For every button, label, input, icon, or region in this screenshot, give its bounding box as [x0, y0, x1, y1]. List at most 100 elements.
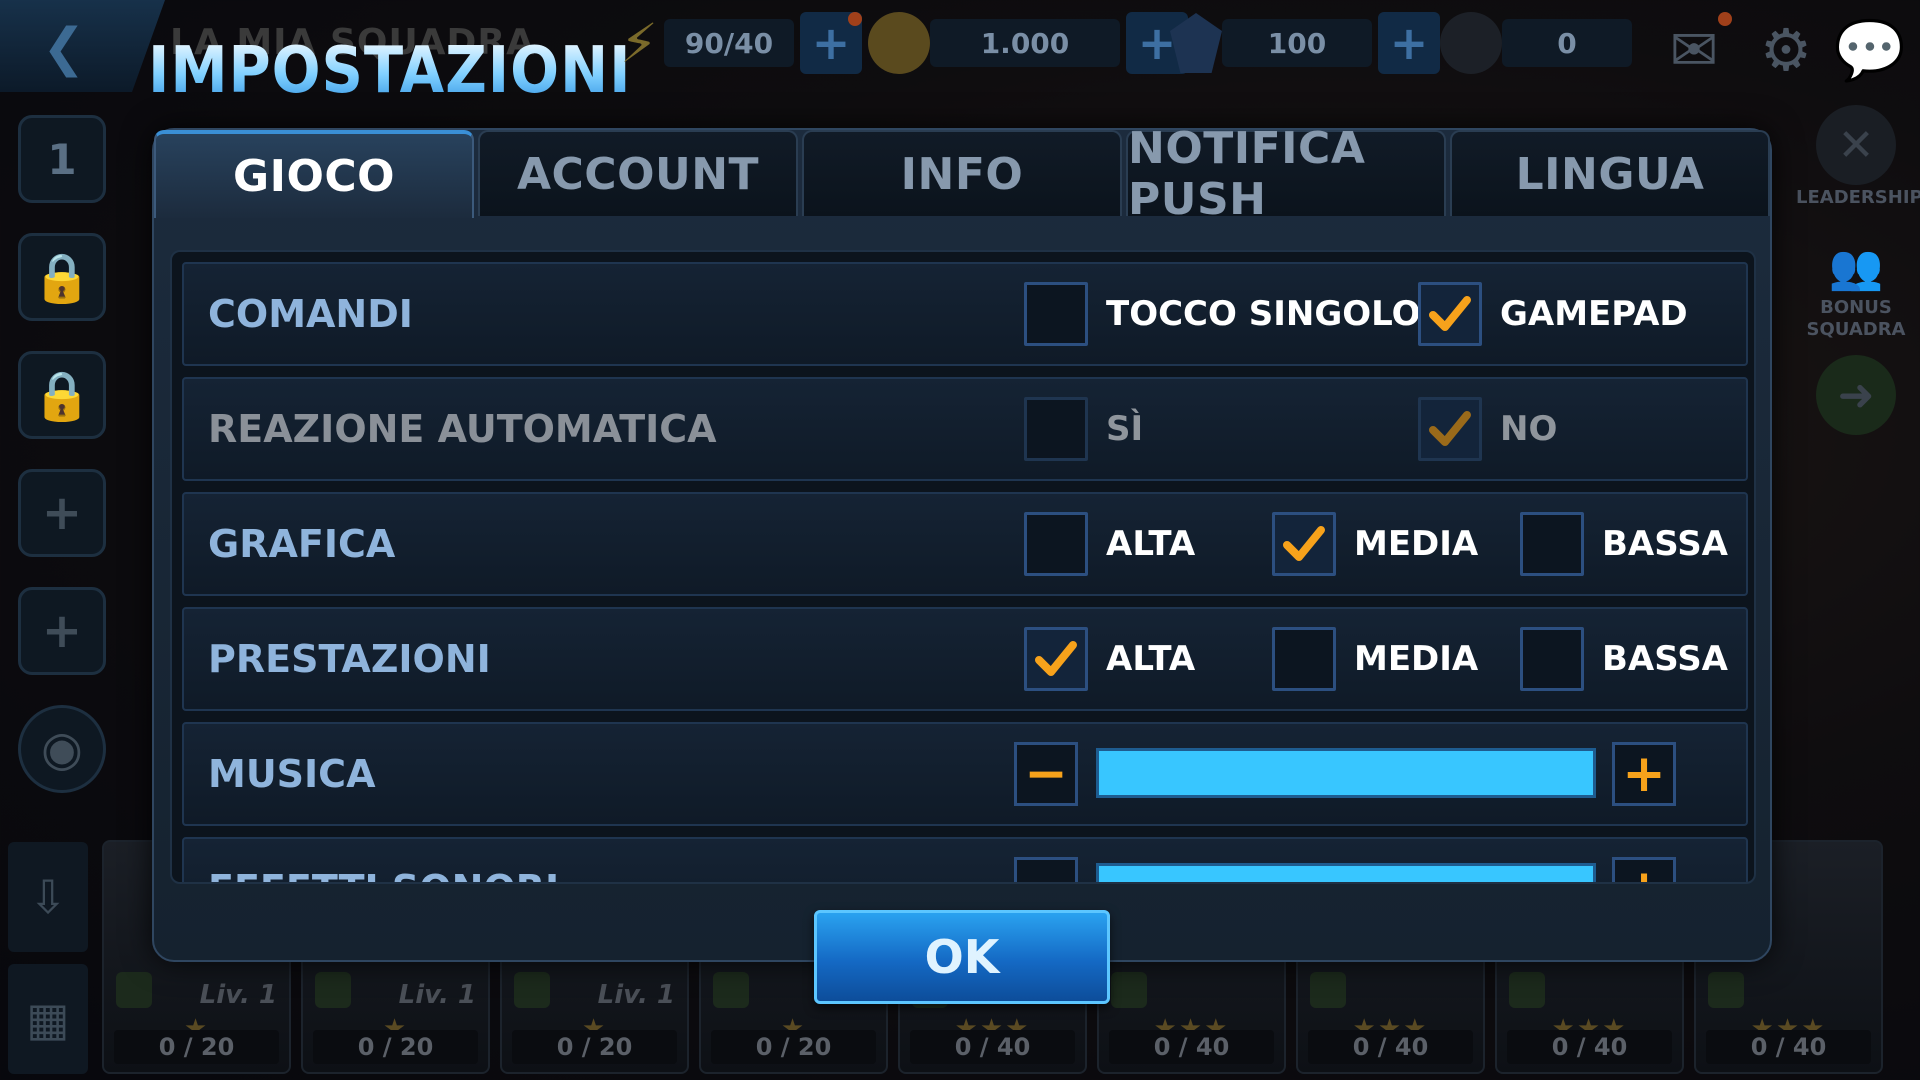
chevron-left-icon: ❮	[42, 18, 86, 78]
option-label: TOCCO SINGOLO	[1106, 294, 1421, 334]
add-slot-button[interactable]: +	[18, 587, 106, 675]
checkmark-icon	[1429, 411, 1471, 446]
gold-counter: 1.000 +	[868, 12, 1188, 74]
option-si[interactable]: SÌ	[1024, 397, 1143, 461]
checkbox[interactable]	[1418, 397, 1482, 461]
option-alta[interactable]: ALTA	[1024, 627, 1195, 691]
option-label: BASSA	[1602, 524, 1728, 564]
team-bonus-label: BONUS SQUADRA	[1806, 297, 1906, 340]
hero-level: Liv. 1	[199, 980, 277, 1010]
effects-decrease-button[interactable]: −	[1014, 857, 1078, 882]
hero-shard-progress: 0 / 40	[910, 1030, 1075, 1064]
option-label: MEDIA	[1354, 524, 1479, 564]
tab-info[interactable]: INFO	[802, 130, 1122, 216]
lock-icon: 🔒	[18, 233, 106, 321]
checkmark-icon	[1035, 641, 1077, 676]
checkbox[interactable]	[1272, 627, 1336, 691]
settings-list[interactable]: COMANDI TOCCO SINGOLO GAMEPAD REAZIONE A…	[170, 250, 1756, 884]
hero-class-icon	[514, 972, 550, 1008]
add-slot-button[interactable]: +	[18, 469, 106, 557]
lock-icon: 🔒	[18, 351, 106, 439]
setting-row-prestazioni: PRESTAZIONI ALTA MEDIA BASSA	[182, 607, 1748, 711]
hero-shard-progress: 0 / 40	[1507, 1030, 1672, 1064]
team-slot-number[interactable]: 1	[18, 115, 106, 203]
hero-shard-progress: 0 / 40	[1109, 1030, 1274, 1064]
energy-value: 90/40	[664, 19, 794, 67]
checkmark-icon	[1429, 296, 1471, 331]
team-bonus-icon[interactable]: 👥	[1816, 227, 1896, 307]
setting-label: EFFETTI SONORI	[208, 839, 559, 882]
effects-increase-button[interactable]: +	[1612, 857, 1676, 882]
lightning-icon: ⚡	[620, 11, 658, 75]
tab-lingua[interactable]: LINGUA	[1450, 130, 1770, 216]
runner-icon[interactable]: ➜	[1816, 355, 1896, 435]
right-rail: ✕ LEADERSHIP 👥 BONUS SQUADRA ➜	[1796, 105, 1920, 435]
checkbox[interactable]	[1024, 512, 1088, 576]
crystal-icon	[1170, 13, 1222, 73]
option-tocco-singolo[interactable]: TOCCO SINGOLO	[1024, 282, 1421, 346]
add-crystals-button[interactable]: +	[1378, 12, 1440, 74]
hero-class-icon	[315, 972, 351, 1008]
hero-shard-progress: 0 / 20	[711, 1030, 876, 1064]
setting-row-reazione-automatica: REAZIONE AUTOMATICA SÌ NO	[182, 377, 1748, 481]
option-label: NO	[1500, 409, 1558, 449]
checkmark-icon	[1283, 526, 1325, 561]
alliance-counter: 0	[1440, 12, 1632, 74]
hero-class-icon	[1708, 972, 1744, 1008]
option-bassa[interactable]: BASSA	[1520, 512, 1728, 576]
setting-row-effetti-sonori: EFFETTI SONORI − +	[182, 837, 1748, 882]
music-volume-fill	[1099, 751, 1593, 795]
crystal-value: 100	[1222, 19, 1372, 67]
option-media[interactable]: MEDIA	[1272, 627, 1478, 691]
setting-label: MUSICA	[208, 752, 376, 796]
setting-label: COMANDI	[208, 292, 413, 336]
music-decrease-button[interactable]: −	[1014, 742, 1078, 806]
tab-notifica-push[interactable]: NOTIFICA PUSH	[1126, 123, 1446, 225]
option-bassa[interactable]: BASSA	[1520, 627, 1728, 691]
gold-coin-icon	[868, 12, 930, 74]
hero-shard-progress: 0 / 20	[512, 1030, 677, 1064]
handshake-icon	[1440, 12, 1502, 74]
checkbox[interactable]	[1418, 282, 1482, 346]
grid-icon[interactable]: ▦	[8, 964, 88, 1074]
sort-icon[interactable]: ⇩	[8, 842, 88, 952]
checkbox[interactable]	[1024, 627, 1088, 691]
ok-button[interactable]: OK	[814, 910, 1110, 1004]
hero-shard-progress: 0 / 40	[1706, 1030, 1871, 1064]
leadership-label: LEADERSHIP	[1796, 187, 1920, 208]
hero-level: Liv. 1	[597, 980, 675, 1010]
option-label: SÌ	[1106, 409, 1144, 449]
setting-label: GRAFICA	[208, 522, 396, 566]
checkbox[interactable]	[1024, 397, 1088, 461]
music-increase-button[interactable]: +	[1612, 742, 1676, 806]
hero-level: Liv. 1	[398, 980, 476, 1010]
hero-class-icon	[1111, 972, 1147, 1008]
checkbox[interactable]	[1272, 512, 1336, 576]
helmet-icon[interactable]: ◉	[18, 705, 106, 793]
settings-dialog: GIOCO ACCOUNT INFO NOTIFICA PUSH LINGUA …	[152, 123, 1772, 962]
gear-icon[interactable]: ⚙	[1746, 10, 1826, 90]
chat-icon[interactable]: 💬	[1830, 10, 1910, 90]
effects-volume-fill	[1099, 866, 1593, 882]
tab-account[interactable]: ACCOUNT	[478, 130, 798, 216]
shield-logo-icon[interactable]: ✕	[1816, 105, 1896, 185]
checkbox[interactable]	[1520, 627, 1584, 691]
option-label: BASSA	[1602, 639, 1728, 679]
effects-volume-slider[interactable]	[1096, 863, 1596, 882]
music-volume-slider[interactable]	[1096, 748, 1596, 798]
hero-class-icon	[713, 972, 749, 1008]
option-alta[interactable]: ALTA	[1024, 512, 1195, 576]
tab-gioco[interactable]: GIOCO	[154, 130, 474, 218]
checkbox[interactable]	[1024, 282, 1088, 346]
option-label: ALTA	[1106, 639, 1196, 679]
option-media[interactable]: MEDIA	[1272, 512, 1478, 576]
hero-class-icon	[116, 972, 152, 1008]
setting-label: REAZIONE AUTOMATICA	[208, 407, 717, 451]
option-gamepad[interactable]: GAMEPAD	[1418, 282, 1688, 346]
hero-shard-progress: 0 / 20	[313, 1030, 478, 1064]
option-label: MEDIA	[1354, 639, 1479, 679]
hero-shard-progress: 0 / 20	[114, 1030, 279, 1064]
option-label: GAMEPAD	[1500, 294, 1688, 334]
checkbox[interactable]	[1520, 512, 1584, 576]
option-no[interactable]: NO	[1418, 397, 1557, 461]
